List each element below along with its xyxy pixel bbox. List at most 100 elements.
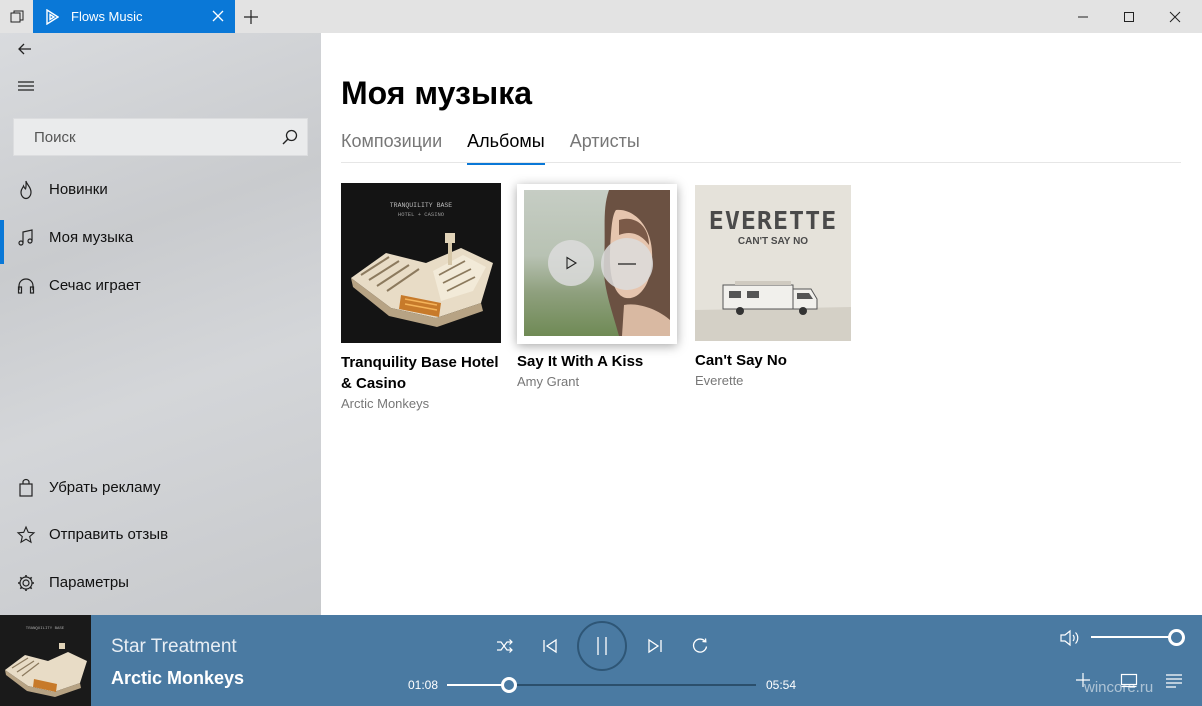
headphones-icon [16, 276, 36, 296]
sidebar-item-remove-ads[interactable]: Убрать рекламу [0, 466, 321, 510]
shuffle-icon [497, 639, 513, 653]
main-content: Моя музыка Композиции Альбомы Артисты TR… [321, 33, 1202, 615]
search-icon[interactable] [281, 128, 299, 146]
now-playing-cover[interactable]: TRANQUILITY BASE [0, 615, 91, 706]
shuffle-button[interactable] [494, 635, 516, 657]
volume-thumb[interactable] [1168, 629, 1185, 646]
pivot-divider [341, 162, 1181, 163]
player-bar: TRANQUILITY BASE Star Treatment Arctic M… [0, 615, 1202, 706]
album-artist: Arctic Monkeys [341, 396, 430, 411]
cover-text: TRANQUILITY BASE [390, 202, 453, 209]
queue-list-icon [1166, 674, 1182, 688]
album-cover[interactable]: TRANQUILITY BASE HOTEL + CASINO [341, 183, 501, 343]
cover-text: CAN'T SAY NO [738, 236, 808, 247]
play-icon [566, 256, 578, 270]
album-tile[interactable]: TRANQUILITY BASE HOTEL + CASINO Tranquil… [341, 183, 501, 411]
title-bar: Flows Music [0, 0, 1202, 33]
close-icon [1169, 11, 1181, 22]
tab-songs[interactable]: Композиции [341, 131, 442, 163]
cover-text: TRANQUILITY BASE [26, 627, 65, 631]
task-view-icon [10, 10, 23, 22]
flame-icon [16, 180, 36, 200]
play-album-button[interactable] [548, 240, 594, 286]
previous-button[interactable] [539, 635, 561, 657]
task-view-button[interactable] [0, 0, 33, 33]
tab-title: Flows Music [71, 9, 143, 24]
album-tile[interactable]: Say It With A Kiss Amy Grant [517, 351, 697, 389]
pivot-tabs: Композиции Альбомы Артисты [341, 131, 665, 165]
plus-icon [244, 10, 258, 24]
album-cover[interactable] [524, 190, 670, 336]
hotel-model-artwork: TRANQUILITY BASE HOTEL + CASINO [351, 202, 493, 327]
music-note-icon [16, 228, 36, 248]
watermark: wincore.ru [1084, 679, 1154, 696]
cover-text: EVERETTE [709, 206, 837, 235]
album-title-line: Tranquility Base Hotel [341, 354, 499, 371]
pause-icon [597, 637, 607, 655]
album-cover[interactable]: EVERETTE CAN'T SAY NO [695, 185, 851, 341]
hamburger-icon [18, 81, 34, 91]
sidebar-item-my-music[interactable]: Моя музыка [0, 216, 321, 264]
speaker-icon [1060, 629, 1079, 647]
minimize-button[interactable] [1060, 0, 1106, 33]
minus-icon [618, 263, 636, 265]
back-arrow-icon [18, 43, 31, 55]
next-button[interactable] [644, 635, 666, 657]
album-title: Say It With A Kiss [517, 353, 644, 370]
total-time: 05:54 [766, 678, 797, 692]
search-placeholder: Поиск [34, 129, 76, 146]
album-artist: Everette [695, 373, 744, 388]
elapsed-time: 01:08 [408, 678, 439, 692]
maximize-button[interactable] [1106, 0, 1152, 33]
tab-albums[interactable]: Альбомы [467, 131, 545, 165]
seek-progress [447, 684, 509, 686]
album-cover-hover[interactable] [517, 184, 677, 344]
camper-artwork: EVERETTE CAN'T SAY NO [695, 206, 851, 341]
skip-next-icon [648, 638, 662, 654]
maximize-icon [1124, 11, 1134, 22]
menu-button[interactable] [16, 78, 36, 94]
play-pause-button[interactable] [577, 621, 627, 671]
new-tab-button[interactable] [240, 6, 262, 28]
sidebar-item-label: Убрать рекламу [49, 479, 161, 496]
sidebar-item-label: Моя музыка [49, 229, 134, 246]
tab-flows-music[interactable]: Flows Music [33, 0, 235, 33]
sidebar-item-now-playing[interactable]: Сечас играет [0, 264, 321, 308]
sidebar-item-label: Отправить отзыв [49, 526, 169, 543]
album-title: Can't Say No [695, 352, 787, 369]
seek-slider[interactable] [447, 677, 756, 693]
search-box[interactable]: Поиск [13, 118, 308, 156]
back-button[interactable] [14, 38, 36, 60]
repeat-icon [692, 638, 708, 653]
sidebar-item-label: Новинки [49, 181, 108, 198]
cover-text: HOTEL + CASINO [398, 211, 445, 218]
album-artist: Amy Grant [517, 374, 580, 389]
repeat-button[interactable] [689, 635, 711, 657]
volume-button[interactable] [1058, 627, 1082, 649]
sidebar-item-settings[interactable]: Параметры [0, 561, 321, 605]
queue-button[interactable] [1164, 670, 1184, 690]
hotel-model-artwork: TRANQUILITY BASE [5, 627, 87, 697]
album-tile[interactable]: EVERETTE CAN'T SAY NO Can't Say No Evere… [695, 185, 852, 388]
album-title-line: & Casino [341, 375, 407, 392]
seek-thumb[interactable] [500, 677, 517, 693]
page-title: Моя музыка [341, 75, 533, 111]
volume-slider[interactable] [1091, 636, 1177, 638]
sidebar-item-label: Параметры [49, 574, 129, 591]
star-icon [16, 525, 36, 545]
minimize-icon [1078, 16, 1088, 17]
track-title: Star Treatment [111, 636, 237, 657]
tab-artists[interactable]: Артисты [570, 131, 640, 163]
shopping-bag-icon [16, 478, 36, 498]
album-title: Tranquility Base Hotel & Casino [341, 352, 501, 394]
selection-indicator [0, 220, 4, 264]
sidebar-item-new[interactable]: Новинки [0, 168, 321, 212]
more-options-button[interactable] [601, 238, 653, 290]
close-window-button[interactable] [1152, 0, 1198, 33]
sidebar: Поиск Новинки Моя музыка Сечас играет Уб… [0, 33, 321, 615]
close-icon [212, 10, 224, 22]
sidebar-item-label: Сечас играет [49, 277, 141, 294]
tab-close-button[interactable] [211, 9, 225, 23]
skip-previous-icon [543, 638, 557, 654]
sidebar-item-feedback[interactable]: Отправить отзыв [0, 513, 321, 557]
